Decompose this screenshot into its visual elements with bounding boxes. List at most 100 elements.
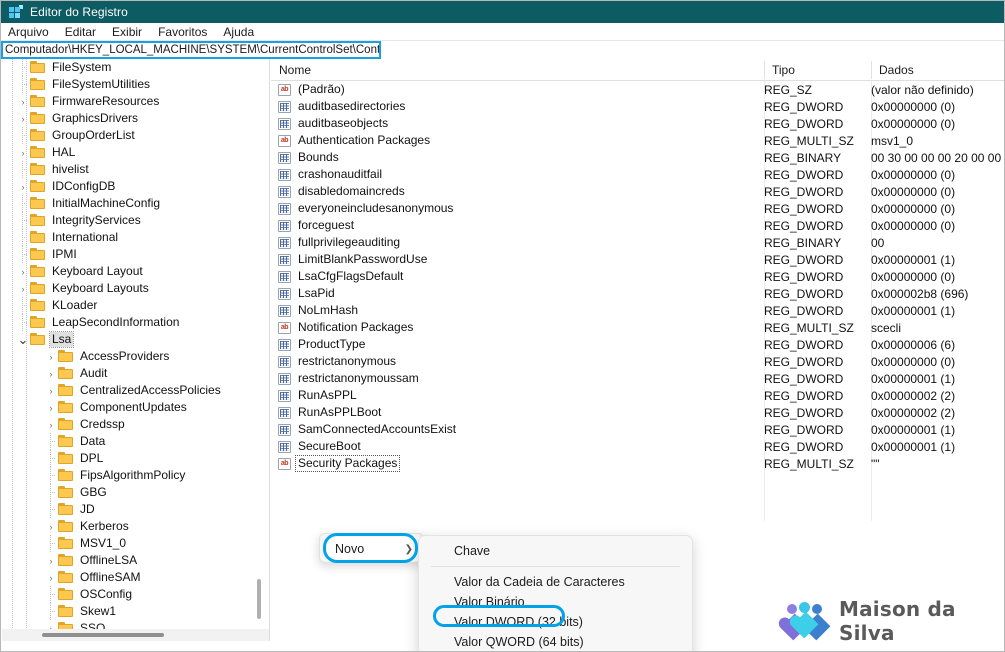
tree-item[interactable]: › OfflineLSA <box>2 552 258 569</box>
table-row[interactable]: ab Security Packages REG_MULTI_SZ "" <box>271 455 1004 472</box>
tree-horizontal-scrollbar[interactable] <box>2 629 269 641</box>
table-row[interactable]: ProductType REG_DWORD 0x00000006 (6) <box>271 336 1004 353</box>
tree-item[interactable]: FileSystem <box>2 59 258 76</box>
tree-item[interactable]: DPL <box>2 450 258 467</box>
tree-item[interactable]: › OfflineSAM <box>2 569 258 586</box>
tree-item[interactable]: ⌄ Lsa <box>2 331 258 348</box>
chevron-right-icon[interactable]: › <box>44 416 58 433</box>
column-header-tipo[interactable]: Tipo <box>764 59 871 81</box>
tree-item[interactable]: › Keyboard Layout <box>2 263 258 280</box>
submenu-item[interactable]: Valor DWORD (32 bits) <box>419 612 692 632</box>
tree-item[interactable]: › Keyboard Layouts <box>2 280 258 297</box>
table-row[interactable]: LsaPid REG_DWORD 0x000002b8 (696) <box>271 285 1004 302</box>
table-row[interactable]: RunAsPPL REG_DWORD 0x00000002 (2) <box>271 387 1004 404</box>
tree-item[interactable]: FileSystemUtilities <box>2 76 258 93</box>
tree-item[interactable]: Data <box>2 433 258 450</box>
tree-item[interactable]: InitialMachineConfig <box>2 195 258 212</box>
chevron-right-icon[interactable]: › <box>16 280 30 297</box>
tree-vertical-scroll-thumb[interactable] <box>257 579 261 619</box>
tree-item[interactable]: › GraphicsDrivers <box>2 110 258 127</box>
tree-item[interactable]: hivelist <box>2 161 258 178</box>
tree-item[interactable]: › IDConfigDB <box>2 178 258 195</box>
menu-item-ajuda[interactable]: Ajuda <box>223 25 262 39</box>
tree-item[interactable]: International <box>2 229 258 246</box>
table-row[interactable]: disabledomaincreds REG_DWORD 0x00000000 (0… <box>271 183 1004 200</box>
column-header-nome[interactable]: Nome <box>271 59 764 81</box>
table-row[interactable]: ab (Padrão) REG_SZ (valor não definido) <box>271 81 1004 98</box>
chevron-right-icon[interactable]: › <box>44 552 58 569</box>
table-row[interactable]: NoLmHash REG_DWORD 0x00000001 (1) <box>271 302 1004 319</box>
table-row[interactable]: everyoneincludesanonymous REG_DWORD 0x0000… <box>271 200 1004 217</box>
chevron-right-icon[interactable]: › <box>44 382 58 399</box>
table-row[interactable]: ab Notification Packages REG_MULTI_SZ scecl… <box>271 319 1004 336</box>
table-row[interactable]: SamConnectedAccountsExist REG_DWORD 0x0000… <box>271 421 1004 438</box>
menu-item-favoritos[interactable]: Favoritos <box>158 25 215 39</box>
table-row[interactable]: auditbaseobjects REG_DWORD 0x00000000 (0) <box>271 115 1004 132</box>
context-menu-item-novo[interactable]: Novo ❯ <box>323 537 422 561</box>
submenu-item[interactable]: Chave <box>419 541 692 561</box>
tree-item[interactable]: KLoader <box>2 297 258 314</box>
tree-item[interactable]: › ComponentUpdates <box>2 399 258 416</box>
chevron-right-icon[interactable]: › <box>16 144 30 161</box>
tree-item[interactable]: IPMI <box>2 246 258 263</box>
tree-item[interactable]: GroupOrderList <box>2 127 258 144</box>
tree-item[interactable]: MSV1_0 <box>2 535 258 552</box>
tree-item[interactable]: › Audit <box>2 365 258 382</box>
chevron-right-icon[interactable]: › <box>16 93 30 110</box>
chevron-right-icon[interactable]: › <box>44 620 58 630</box>
table-row[interactable]: LimitBlankPasswordUse REG_DWORD 0x00000001… <box>271 251 1004 268</box>
table-row[interactable]: forceguest REG_DWORD 0x00000000 (0) <box>271 217 1004 234</box>
chevron-right-icon[interactable]: › <box>16 263 30 280</box>
menu-item-exibir[interactable]: Exibir <box>112 25 150 39</box>
tree-item[interactable]: › FirmwareResources <box>2 93 258 110</box>
registry-editor-icon <box>8 4 23 20</box>
table-row[interactable]: SecureBoot REG_DWORD 0x00000001 (1) <box>271 438 1004 455</box>
table-row[interactable]: auditbasedirectories REG_DWORD 0x00000000 … <box>271 98 1004 115</box>
submenu-item[interactable]: Valor QWORD (64 bits) <box>419 632 692 651</box>
column-header-dados[interactable]: Dados <box>871 59 1004 81</box>
table-row[interactable]: Bounds REG_BINARY 00 30 00 00 00 20 00 00 <box>271 149 1004 166</box>
table-row[interactable]: RunAsPPLBoot REG_DWORD 0x00000002 (2) <box>271 404 1004 421</box>
tree-item[interactable]: › AccessProviders <box>2 348 258 365</box>
folder-icon <box>30 61 46 74</box>
menu-item-editar[interactable]: Editar <box>65 25 104 39</box>
chevron-right-icon[interactable]: › <box>44 348 58 365</box>
chevron-right-icon[interactable]: › <box>16 110 30 127</box>
chevron-right-icon[interactable]: › <box>44 365 58 382</box>
value-data: 0x00000000 (0) <box>871 99 956 114</box>
tree-item[interactable]: IntegrityServices <box>2 212 258 229</box>
tree-item[interactable]: OSConfig <box>2 586 258 603</box>
table-row[interactable]: crashonauditfail REG_DWORD 0x00000000 (0) <box>271 166 1004 183</box>
chevron-right-icon[interactable]: › <box>44 569 58 586</box>
tree-item[interactable]: GBG <box>2 484 258 501</box>
tree-vertical-scrollbar[interactable] <box>254 59 264 629</box>
chevron-down-icon[interactable]: ⌄ <box>16 331 30 348</box>
tree-item-label: Skew1 <box>80 604 117 618</box>
chevron-right-icon[interactable]: › <box>44 399 58 416</box>
chevron-right-icon[interactable]: › <box>16 178 30 195</box>
tree-item[interactable]: › CentralizedAccessPolicies <box>2 382 258 399</box>
menu-item-arquivo[interactable]: Arquivo <box>8 25 57 39</box>
registry-values-list[interactable]: ab (Padrão) REG_SZ (valor não definido) audi… <box>271 81 1004 472</box>
table-row[interactable]: restrictanonymous REG_DWORD 0x00000000 (0) <box>271 353 1004 370</box>
tree-item[interactable]: LeapSecondInformation <box>2 314 258 331</box>
submenu-item[interactable]: Valor da Cadeia de Caracteres <box>419 572 692 592</box>
table-row[interactable]: LsaCfgFlagsDefault REG_DWORD 0x00000000 (0… <box>271 268 1004 285</box>
tree-item[interactable]: Skew1 <box>2 603 258 620</box>
value-type: REG_DWORD <box>764 286 844 301</box>
value-type: REG_DWORD <box>764 184 844 199</box>
tree-item[interactable]: › Credssp <box>2 416 258 433</box>
tree-horizontal-scroll-thumb[interactable] <box>42 633 164 637</box>
table-row[interactable]: ab Authentication Packages REG_MULTI_SZ msv… <box>271 132 1004 149</box>
tree-item[interactable]: FipsAlgorithmPolicy <box>2 467 258 484</box>
table-row[interactable]: fullprivilegeauditing REG_BINARY 00 <box>271 234 1004 251</box>
tree-item[interactable]: JD <box>2 501 258 518</box>
chevron-right-icon[interactable]: › <box>44 518 58 535</box>
submenu-item[interactable]: Valor Binário <box>419 592 692 612</box>
tree-item[interactable]: › SSO <box>2 620 258 629</box>
address-bar-input[interactable]: Computador\HKEY_LOCAL_MACHINE\SYSTEM\Cur… <box>1 41 381 59</box>
tree-item[interactable]: › Kerberos <box>2 518 258 535</box>
tree-item[interactable]: › HAL <box>2 144 258 161</box>
table-row[interactable]: restrictanonymoussam REG_DWORD 0x00000001 … <box>271 370 1004 387</box>
registry-tree[interactable]: FileSystem FileSystemUtilities › FirmwareRe… <box>2 59 258 629</box>
